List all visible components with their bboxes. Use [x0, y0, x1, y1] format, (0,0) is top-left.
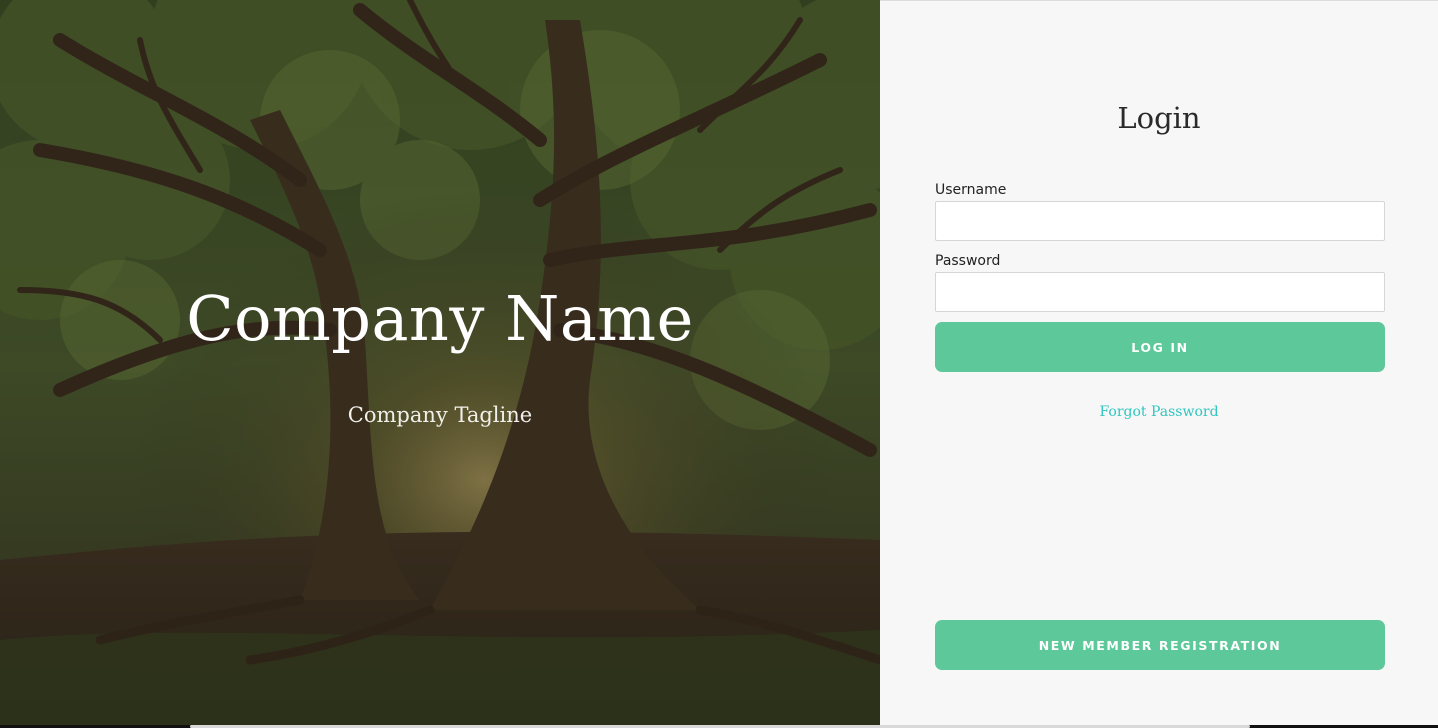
hero-section: Company Name Company Tagline [0, 0, 880, 728]
company-name: Company Name [186, 282, 694, 355]
username-input[interactable] [935, 201, 1385, 241]
hero-dark-overlay [0, 0, 880, 728]
login-panel: Login Username Password LOG IN Forgot Pa… [880, 1, 1438, 725]
forgot-password-link[interactable]: Forgot Password [880, 404, 1438, 420]
company-tagline: Company Tagline [347, 403, 533, 427]
password-input[interactable] [935, 272, 1385, 312]
login-button[interactable]: LOG IN [935, 322, 1385, 372]
password-label: Password [935, 253, 1001, 269]
new-member-registration-button[interactable]: NEW MEMBER REGISTRATION [935, 620, 1385, 670]
login-page: Company Name Company Tagline Login Usern… [0, 0, 1438, 728]
login-title: Login [1117, 101, 1201, 135]
username-label: Username [935, 182, 1007, 198]
